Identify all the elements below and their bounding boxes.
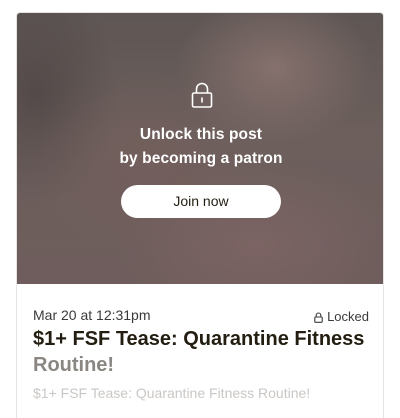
post-date[interactable]: Mar 20 at 12:31pm [33, 306, 151, 324]
page: Unlock this post by becoming a patron Jo… [0, 0, 400, 418]
locked-status-badge: Locked [314, 308, 369, 326]
locked-post-preview: Unlock this post by becoming a patron Jo… [17, 13, 383, 284]
locked-status-label: Locked [327, 309, 369, 324]
small-lock-icon [314, 311, 323, 323]
post-title[interactable]: $1+ FSF Tease: Quarantine Fitness Routin… [33, 326, 378, 378]
unlock-subheading: by becoming a patron [119, 150, 283, 167]
post-title-line2: Routine! [33, 354, 115, 376]
post-excerpt: $1+ FSF Tease: Quarantine Fitness Routin… [33, 385, 311, 401]
post-card[interactable]: Unlock this post by becoming a patron Jo… [16, 12, 384, 418]
post-title-line1: $1+ FSF Tease: Quarantine Fitness [33, 328, 365, 350]
lock-icon [191, 82, 213, 108]
post-meta: Mar 20 at 12:31pm Locked [33, 306, 369, 324]
join-now-button[interactable]: Join now [121, 185, 281, 218]
unlock-heading: Unlock this post [139, 126, 263, 143]
